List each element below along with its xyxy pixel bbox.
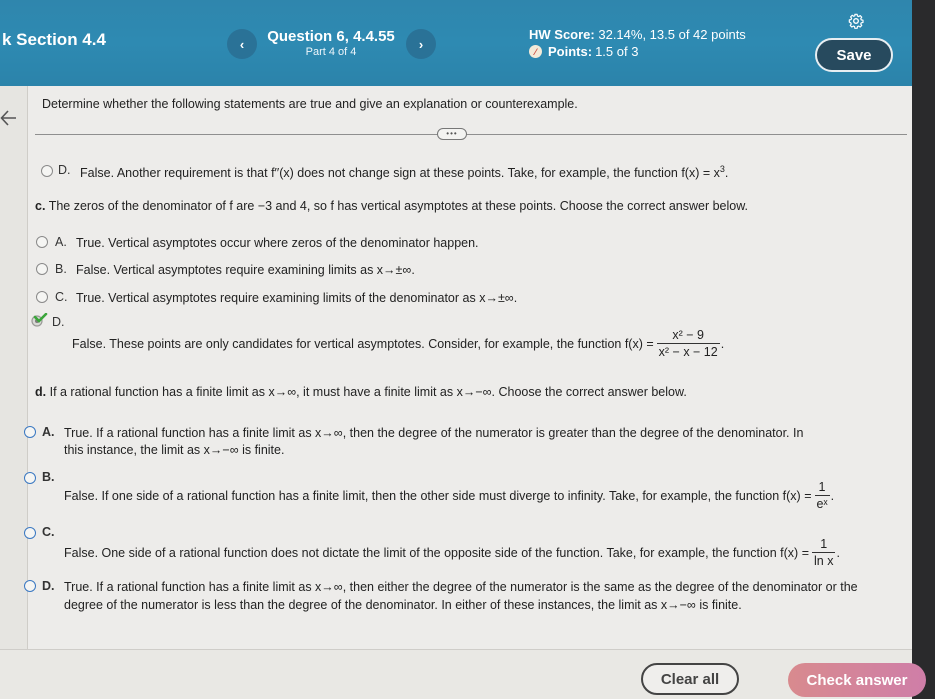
next-question-button[interactable]: › — [406, 29, 436, 59]
option-text: False. If one side of a rational functio… — [64, 488, 812, 503]
points: ⁄ Points: 1.5 of 3 — [529, 44, 638, 59]
option-letter: D. — [52, 315, 65, 329]
option-letter: A. — [55, 235, 67, 249]
part-d-option-a-line2: this instance, the limit as x→−∞ is fini… — [64, 443, 285, 457]
prompt-text: The zeros of the denominator of f are −3… — [48, 199, 749, 213]
chevron-right-icon: › — [418, 36, 424, 52]
part-d-option-a-line1: True. If a rational function has a finit… — [64, 426, 804, 440]
part-b-option-d-text: False. Another requirement is that f′′(x… — [80, 164, 728, 180]
check-answer-button[interactable]: Check answer — [788, 663, 926, 697]
divider — [35, 134, 907, 135]
option-letter: D. — [58, 163, 71, 177]
part-label: d. — [35, 385, 47, 399]
prompt-text: If a rational function has a finite limi… — [49, 385, 687, 399]
option-text: False. One side of a rational function d… — [64, 545, 809, 560]
points-value: 1.5 of 3 — [595, 44, 639, 59]
save-button[interactable]: Save — [815, 38, 893, 72]
part-c-option-b-text: False. Vertical asymptotes require exami… — [76, 263, 415, 277]
back-panel — [0, 86, 28, 649]
part-label: c. — [35, 199, 46, 213]
part-d-option-c-text: False. One side of a rational function d… — [64, 537, 840, 568]
window-edge — [912, 0, 935, 699]
part-c-option-a-text: True. Vertical asymptotes occur where ze… — [76, 236, 479, 250]
previous-question-button[interactable]: ‹ — [227, 29, 257, 59]
part-c-prompt: c. The zeros of the denominator of f are… — [35, 199, 748, 213]
fraction-denominator: ln x — [812, 552, 836, 568]
suffix: . — [724, 166, 729, 181]
section-title[interactable]: k Section 4.4 — [2, 30, 106, 50]
part-d-option-c-radio[interactable] — [24, 527, 36, 539]
fraction-numerator: 1 — [820, 537, 828, 551]
suffix: . — [720, 336, 725, 351]
fraction-denominator: x² − x − 12 — [656, 343, 720, 359]
clear-all-button[interactable]: Clear all — [641, 663, 739, 695]
part-d-option-d-radio[interactable] — [24, 580, 36, 592]
option-letter: C. — [42, 525, 55, 539]
option-letter: A. — [42, 425, 55, 439]
option-letter: B. — [55, 262, 67, 276]
fraction: 1 ln x — [812, 537, 836, 568]
option-text: False. Another requirement is that f′′(x… — [80, 166, 720, 181]
top-bar: k Section 4.4 ‹ Question 6, 4.4.55 Part … — [0, 0, 912, 86]
part-c-option-a-radio[interactable] — [36, 236, 48, 248]
back-arrow-icon[interactable] — [0, 108, 18, 128]
option-letter: B. — [42, 470, 55, 484]
option-letter: C. — [55, 290, 68, 304]
question-title: Question 6, 4.4.55 — [267, 28, 395, 45]
hw-score: HW Score: 32.14%, 13.5 of 42 points — [529, 27, 746, 42]
part-c-option-b-radio[interactable] — [36, 263, 48, 275]
fraction-numerator: x² − 9 — [672, 328, 704, 342]
option-letter: D. — [42, 579, 55, 593]
hw-score-value: 32.14%, 13.5 of 42 points — [598, 27, 746, 42]
part-d-prompt: d. If a rational function has a finite l… — [35, 385, 687, 399]
part-d-option-d-line1: True. If a rational function has a finit… — [64, 580, 858, 594]
part-d-option-b-radio[interactable] — [24, 472, 36, 484]
hw-score-label: HW Score: — [529, 27, 595, 42]
chevron-left-icon: ‹ — [239, 36, 245, 52]
partial-credit-icon: ⁄ — [529, 45, 542, 58]
expand-more-button[interactable]: ••• — [437, 128, 467, 140]
question-part: Part 4 of 4 — [305, 46, 357, 58]
part-d-option-b-text: False. If one side of a rational functio… — [64, 480, 834, 511]
fraction: x² − 9 x² − x − 12 — [656, 328, 720, 359]
part-c-option-c-radio[interactable] — [36, 291, 48, 303]
correct-check-icon[interactable] — [30, 313, 48, 327]
instructions: Determine whether the following statemen… — [42, 97, 578, 111]
part-c-option-d-text: False. These points are only candidates … — [72, 328, 724, 359]
footer-divider — [0, 649, 912, 650]
fraction: 1 eˣ — [814, 480, 830, 511]
part-b-option-d-radio[interactable] — [41, 165, 53, 177]
option-text: False. These points are only candidates … — [72, 336, 654, 351]
part-d-option-a-radio[interactable] — [24, 426, 36, 438]
part-c-option-c-text: True. Vertical asymptotes require examin… — [76, 291, 518, 305]
fraction-numerator: 1 — [818, 480, 826, 494]
points-label: Points: — [548, 44, 593, 59]
fraction-denominator: eˣ — [814, 495, 830, 511]
gear-icon[interactable] — [848, 13, 864, 29]
part-d-option-d-line2: degree of the numerator is less than the… — [64, 598, 742, 612]
suffix: . — [830, 488, 835, 503]
suffix: . — [836, 545, 840, 560]
